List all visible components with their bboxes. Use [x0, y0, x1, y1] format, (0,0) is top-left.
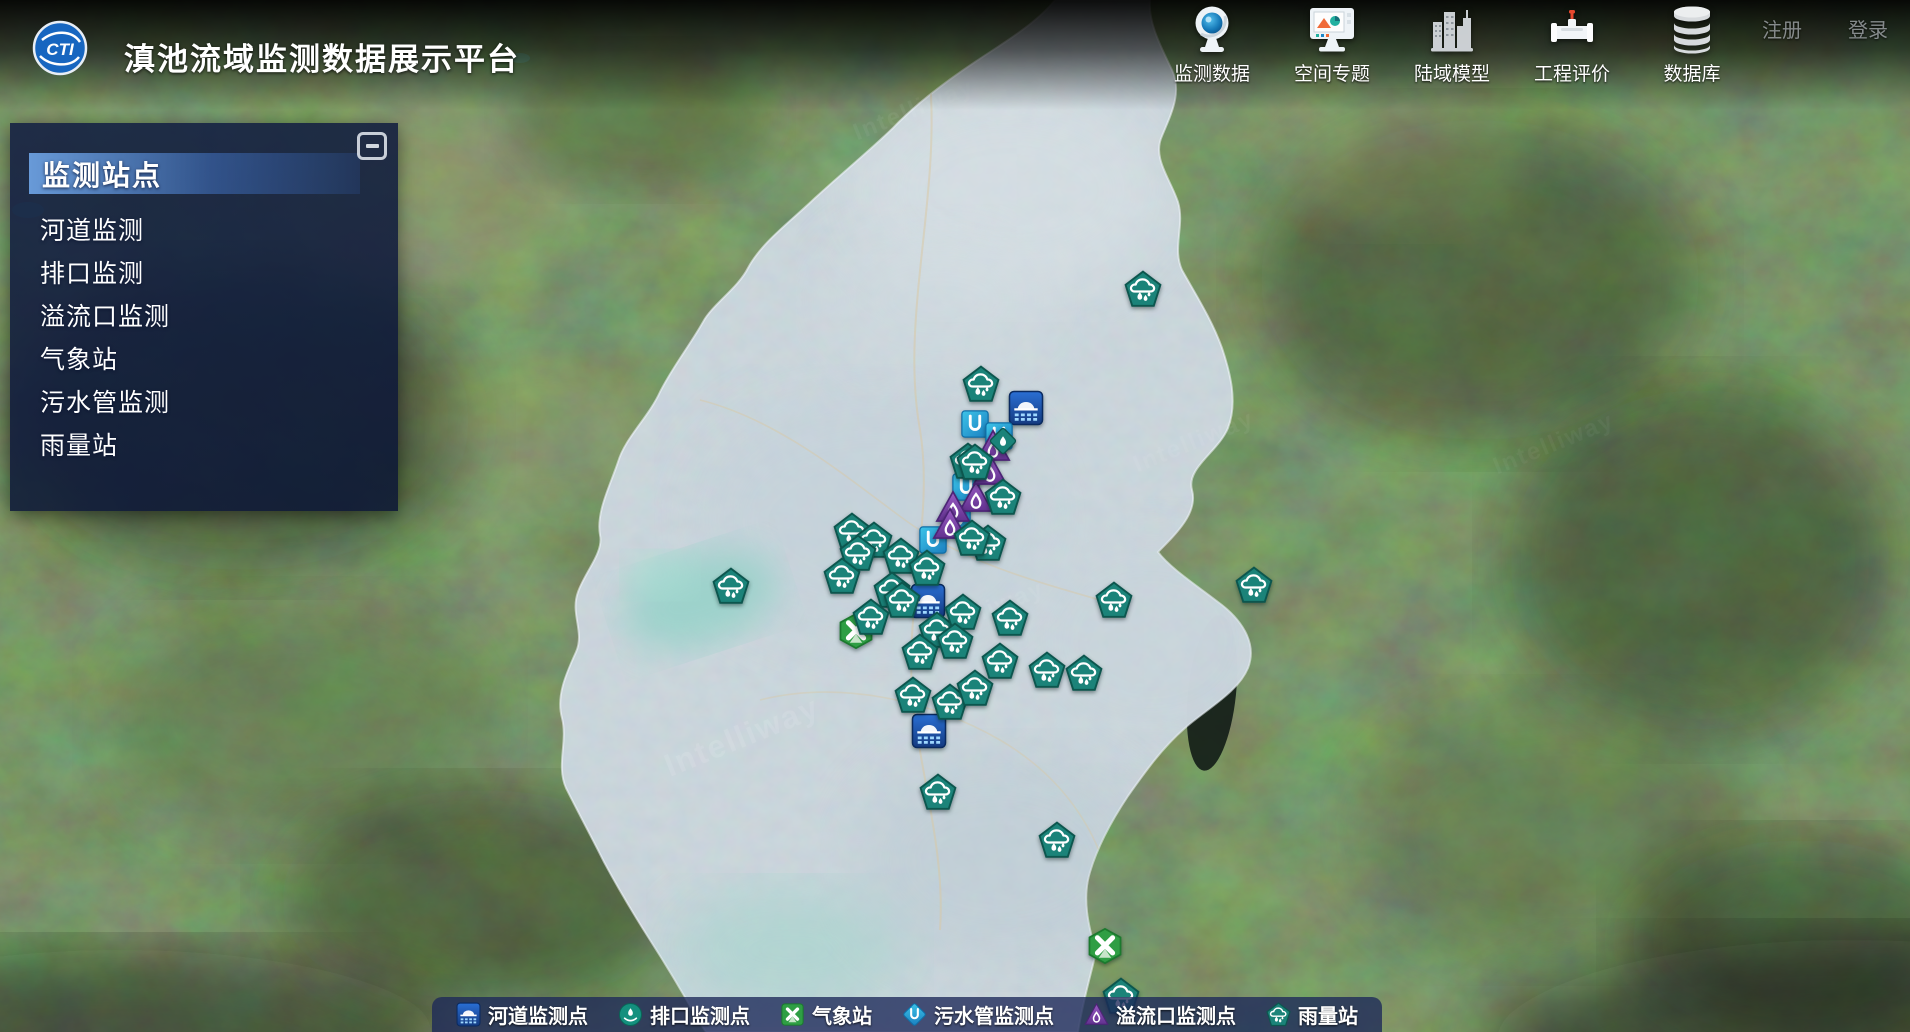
- outfall-station-icon: [618, 1002, 643, 1027]
- panel-title-bar[interactable]: 监测站点: [29, 153, 360, 194]
- nav-label: 数据库: [1663, 59, 1720, 86]
- legend-label: 河道监测点: [488, 1000, 588, 1029]
- panel-title: 监测站点: [29, 154, 162, 194]
- nav-item-database[interactable]: 数据库: [1646, 4, 1738, 86]
- map-marker-rain[interactable]: [894, 676, 932, 714]
- app-window: Intelliway Intelliway Intelliway Intelli…: [0, 0, 1910, 1032]
- map-marker-rain[interactable]: [712, 567, 750, 605]
- map-marker-rain[interactable]: [956, 669, 994, 707]
- nav-item-spatial-topics[interactable]: 空间专题: [1286, 4, 1378, 86]
- river-station-icon: [456, 1002, 481, 1027]
- legend-item-overflow[interactable]: 溢流口监测点: [1084, 1000, 1236, 1029]
- sidebar-item-overflow-monitoring[interactable]: 溢流口监测: [40, 296, 398, 339]
- nav-label: 陆域模型: [1414, 59, 1490, 86]
- top-header: CTI 滇池流域监测数据展示平台 监测数据: [0, 0, 1910, 110]
- sidebar-item-rain-gauge[interactable]: 雨量站: [40, 425, 398, 468]
- map-marker-rain[interactable]: [1235, 566, 1273, 604]
- map-marker-weather[interactable]: [1086, 927, 1124, 965]
- page-title: 滇池流域监测数据展示平台: [124, 34, 520, 79]
- pipe-valve-icon: [1547, 4, 1597, 56]
- webcam-icon: [1187, 4, 1237, 56]
- nav-item-land-model[interactable]: 陆域模型: [1406, 4, 1498, 86]
- map-marker-rain[interactable]: [1028, 651, 1066, 689]
- legend-label: 污水管监测点: [934, 1000, 1054, 1029]
- legend-item-rain[interactable]: 雨量站: [1266, 1000, 1358, 1029]
- overflow-station-icon: [1084, 1002, 1109, 1027]
- map-marker-rain[interactable]: [936, 622, 974, 660]
- legend-item-sewage[interactable]: 污水管监测点: [902, 1000, 1054, 1029]
- sidebar-item-river-monitoring[interactable]: 河道监测: [40, 210, 398, 253]
- legend-label: 排口监测点: [650, 1000, 750, 1029]
- cti-logo-icon[interactable]: CTI: [32, 20, 88, 76]
- nav-label: 空间专题: [1294, 59, 1370, 86]
- legend-item-weather[interactable]: 气象站: [780, 1000, 872, 1029]
- legend-item-river[interactable]: 河道监测点: [456, 1000, 588, 1029]
- map-marker-rain[interactable]: [1038, 821, 1076, 859]
- map-marker-rain[interactable]: [823, 557, 861, 595]
- rain-gauge-icon: [1266, 1002, 1291, 1027]
- map-marker-rain[interactable]: [852, 598, 890, 636]
- map-marker-rain[interactable]: [956, 443, 994, 481]
- nav-item-monitoring-data[interactable]: 监测数据: [1166, 4, 1258, 86]
- main-nav: 监测数据 空间专题: [1166, 4, 1738, 86]
- sewage-pipe-icon: [902, 1002, 927, 1027]
- map-marker-rain[interactable]: [953, 519, 991, 557]
- login-link[interactable]: 登录: [1848, 14, 1888, 43]
- svg-text:CTI: CTI: [46, 40, 75, 59]
- map-marker-rain[interactable]: [919, 773, 957, 811]
- map-marker-rain[interactable]: [1065, 654, 1103, 692]
- nav-item-project-evaluation[interactable]: 工程评价: [1526, 4, 1618, 86]
- map-marker-rain[interactable]: [991, 599, 1029, 637]
- map-marker-rain[interactable]: [901, 633, 939, 671]
- legend-item-outfall[interactable]: 排口监测点: [618, 1000, 750, 1029]
- legend-label: 气象站: [812, 1000, 872, 1029]
- sidebar-item-outfall-monitoring[interactable]: 排口监测: [40, 253, 398, 296]
- nav-label: 工程评价: [1534, 59, 1610, 86]
- register-link[interactable]: 注册: [1762, 14, 1802, 43]
- monitoring-stations-panel: 监测站点 河道监测 排口监测 溢流口监测 气象站 污水管监测 雨量站: [10, 123, 398, 511]
- city-buildings-icon: [1427, 4, 1477, 56]
- panel-items: 河道监测 排口监测 溢流口监测 气象站 污水管监测 雨量站: [10, 210, 398, 468]
- monitor-chart-icon: [1307, 4, 1357, 56]
- map-marker-rain[interactable]: [984, 478, 1022, 516]
- legend-label: 雨量站: [1298, 1000, 1358, 1029]
- map-marker-rain[interactable]: [1095, 581, 1133, 619]
- map-marker-rain[interactable]: [962, 365, 1000, 403]
- sidebar-item-sewage-pipe-monitoring[interactable]: 污水管监测: [40, 382, 398, 425]
- map-legend: 河道监测点 排口监测点 气象站 污水管监测点 溢流口监测点 雨量站: [432, 997, 1382, 1032]
- collapse-minus-icon[interactable]: [357, 132, 387, 160]
- nav-label: 监测数据: [1174, 59, 1250, 86]
- auth-links: 注册 登录: [1762, 14, 1888, 43]
- legend-label: 溢流口监测点: [1116, 1000, 1236, 1029]
- weather-station-icon: [780, 1002, 805, 1027]
- map-marker-rain[interactable]: [1124, 270, 1162, 308]
- database-icon: [1667, 4, 1717, 56]
- sidebar-item-weather-station[interactable]: 气象站: [40, 339, 398, 382]
